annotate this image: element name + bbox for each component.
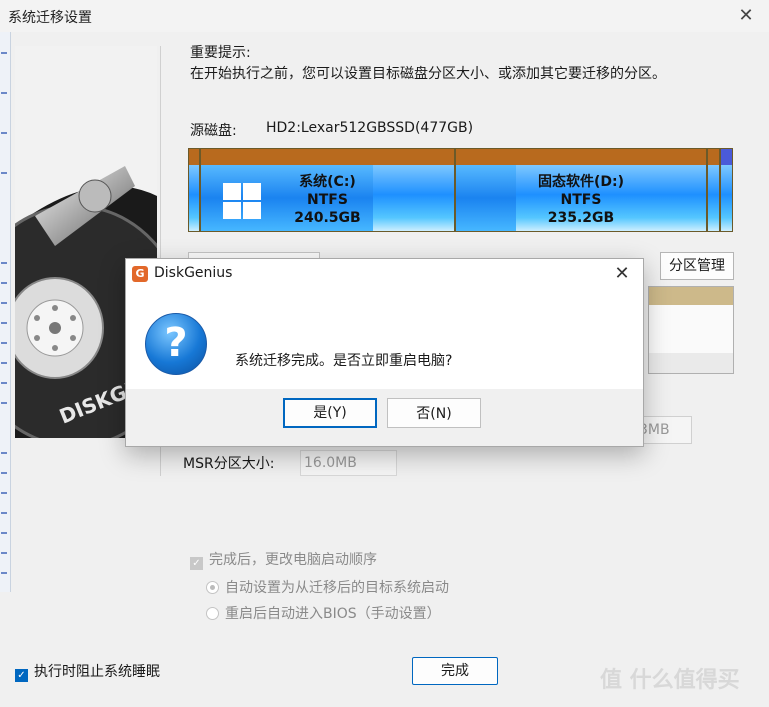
title-bar: 系统迁移设置 ✕: [0, 0, 769, 32]
partition-small-right-2[interactable]: [720, 148, 733, 232]
prevent-sleep-label: 执行时阻止系统睡眠: [34, 664, 160, 680]
partition-d[interactable]: 固态软件(D:) NTFS 235.2GB: [455, 148, 707, 232]
partition-small-left[interactable]: [188, 148, 200, 232]
partition-d-text: 固态软件(D:) NTFS 235.2GB: [456, 173, 706, 227]
no-button[interactable]: 否(N): [387, 398, 481, 428]
source-disk-bar: 系统(C:) NTFS 240.5GB 固态软件(D:) NTFS 235.2G…: [188, 148, 733, 232]
partition-d-fs: NTFS: [560, 192, 602, 208]
partition-management-button[interactable]: 分区管理: [660, 252, 734, 280]
partition-c-fs: NTFS: [307, 192, 348, 208]
msr-size-field[interactable]: 16.0MB: [300, 450, 397, 476]
window-close-icon[interactable]: ✕: [734, 4, 758, 28]
hint-text: 在开始执行之前，您可以设置目标磁盘分区大小、或添加其它要迁移的分区。: [190, 66, 666, 82]
partition-small-right-1[interactable]: [707, 148, 720, 232]
dialog-title: DiskGenius: [154, 265, 233, 281]
source-disk-value: HD2:Lexar512GBSSD(477GB): [266, 120, 474, 136]
target-disk-panel: [648, 286, 734, 374]
boot-option-bios-label: 重启后自动进入BIOS（手动设置）: [225, 606, 441, 622]
change-boot-order-checkbox[interactable]: ✓ 完成后，更改电脑启动顺序: [190, 549, 377, 570]
partition-c-text: 系统(C:) NTFS 240.5GB: [201, 173, 454, 227]
diskgenius-app-icon: G: [132, 266, 148, 282]
partition-c-name: 系统(C:): [299, 174, 356, 190]
boot-option-auto-radio[interactable]: 自动设置为从迁移后的目标系统启动: [206, 577, 449, 597]
done-button[interactable]: 完成: [412, 657, 498, 685]
checkbox-check-icon: ✓: [15, 669, 28, 682]
partition-d-name: 固态软件(D:): [537, 174, 625, 190]
prevent-sleep-checkbox[interactable]: ✓ 执行时阻止系统睡眠: [15, 661, 160, 682]
hint-title: 重要提示:: [190, 45, 251, 61]
partition-c-size: 240.5GB: [294, 210, 361, 226]
yes-button[interactable]: 是(Y): [283, 398, 377, 428]
msr-size-label: MSR分区大小:: [183, 456, 275, 472]
partition-d-size: 235.2GB: [547, 210, 615, 226]
window-title: 系统迁移设置: [8, 10, 92, 26]
restart-confirm-dialog: G DiskGenius ✕ ? 系统迁移完成。是否立即重启电脑? 是(Y) 否…: [125, 258, 644, 447]
background-window-edge: [0, 32, 11, 592]
partition-c[interactable]: 系统(C:) NTFS 240.5GB: [200, 148, 455, 232]
question-icon: ?: [145, 313, 207, 375]
dialog-close-icon[interactable]: ✕: [610, 262, 634, 286]
change-boot-order-label: 完成后，更改电脑启动顺序: [209, 552, 377, 568]
source-disk-label: 源磁盘:: [190, 123, 237, 139]
dialog-message: 系统迁移完成。是否立即重启电脑?: [235, 353, 453, 369]
dialog-body: ? 系统迁移完成。是否立即重启电脑?: [126, 289, 643, 389]
boot-option-bios-radio[interactable]: 重启后自动进入BIOS（手动设置）: [206, 603, 441, 623]
checkbox-check-icon: ✓: [190, 557, 203, 570]
dialog-footer: 是(Y) 否(N): [126, 389, 643, 446]
watermark: 值 什么值得买: [600, 668, 740, 693]
radio-selected-icon: [206, 581, 219, 594]
dialog-title-bar: G DiskGenius ✕: [126, 259, 643, 289]
radio-icon: [206, 607, 219, 620]
boot-option-auto-label: 自动设置为从迁移后的目标系统启动: [225, 580, 449, 596]
